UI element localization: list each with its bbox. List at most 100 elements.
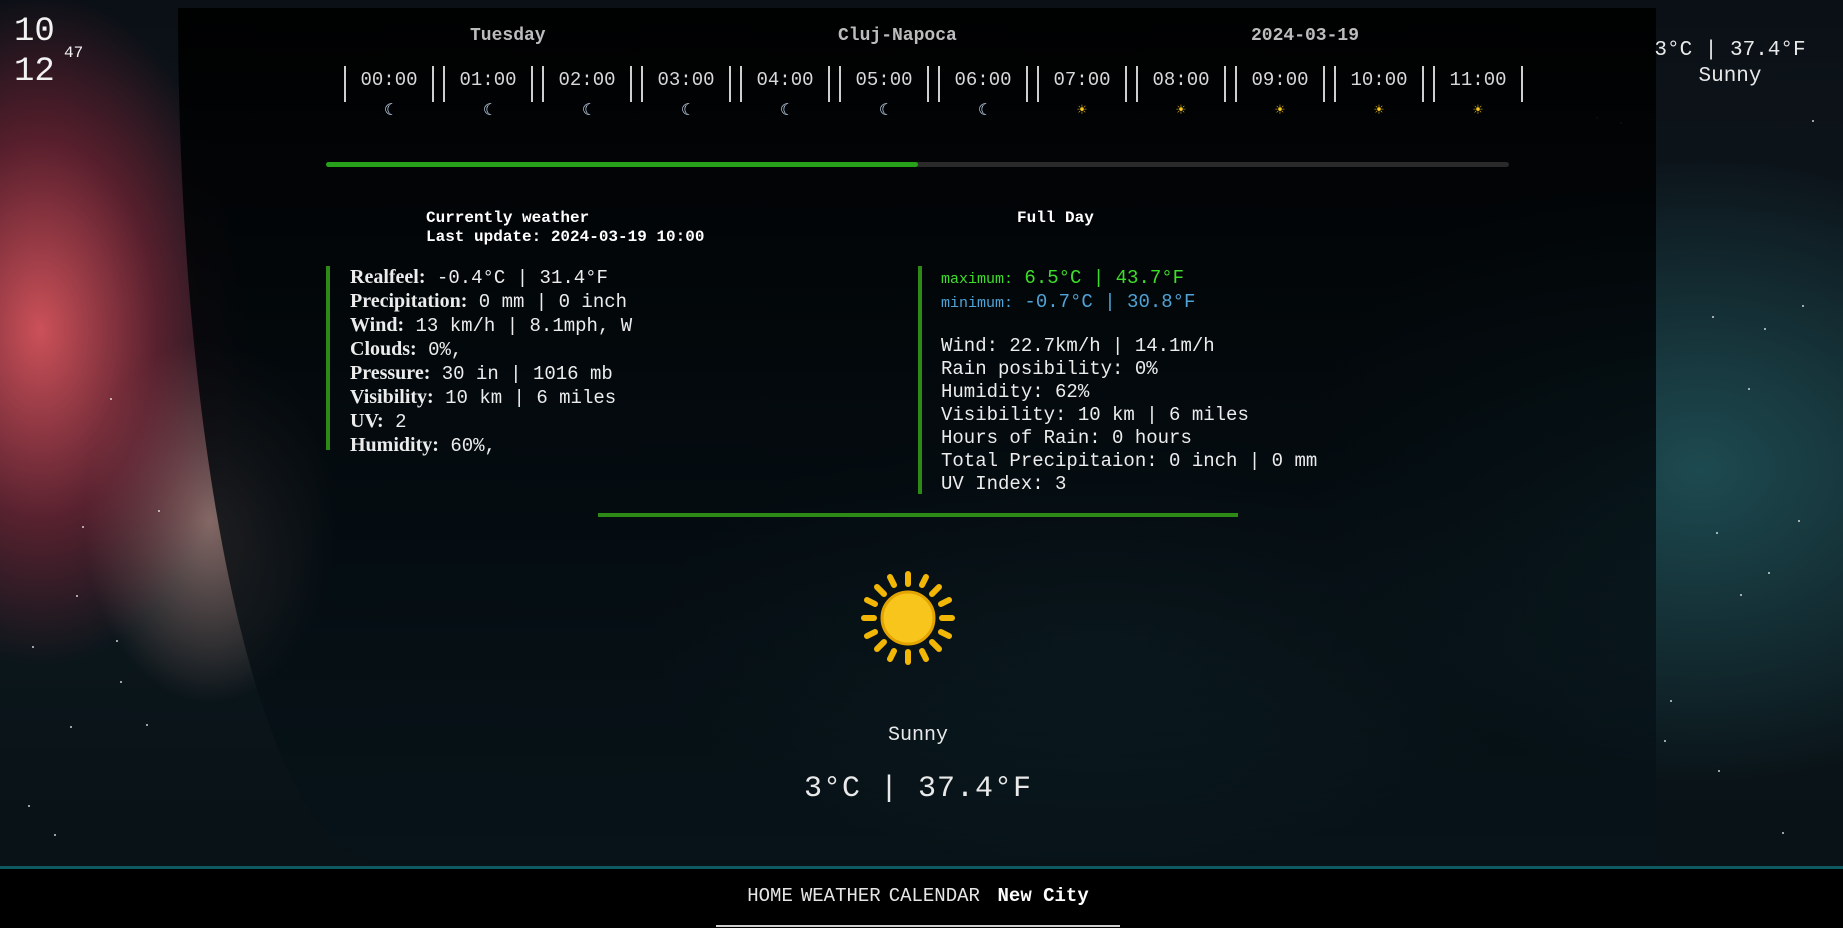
hour-time: 09:00 xyxy=(1251,69,1309,91)
moon-icon: ☾ xyxy=(879,102,889,120)
day-progress-fill xyxy=(326,162,918,167)
hour-time: 07:00 xyxy=(1053,69,1111,91)
humidity-value: 60%, xyxy=(450,435,496,457)
hour-time: 06:00 xyxy=(954,69,1012,91)
hour-time: 02:00 xyxy=(558,69,616,91)
moon-icon: ☾ xyxy=(978,102,988,120)
precip-label: Precipitation: xyxy=(350,290,468,312)
hour-slot: 03:00 ☾ xyxy=(641,66,731,120)
hour-slot: 11:00 ☀ xyxy=(1433,66,1523,120)
main-temperature: 3°C | 37.4°F xyxy=(803,772,1033,806)
star xyxy=(54,834,56,836)
visibility-row: Visibility: 10 km | 6 miles xyxy=(350,386,632,410)
precip-value: 0 mm | 0 inch xyxy=(478,291,628,313)
hour-slot: 09:00 ☀ xyxy=(1235,66,1325,120)
moon-icon: ☾ xyxy=(780,102,790,120)
clock: 10 12 47 xyxy=(14,12,83,92)
precipitation-row: Precipitation: 0 mm | 0 inch xyxy=(350,290,632,314)
star xyxy=(1712,316,1714,318)
hour-time: 05:00 xyxy=(855,69,913,91)
hour-time: 08:00 xyxy=(1152,69,1210,91)
nav-links: HOME WEATHER CALENDAR New City xyxy=(716,885,1120,927)
day-progress-bar xyxy=(326,162,1509,167)
hour-slot: 01:00 ☾ xyxy=(443,66,533,120)
full-day-stats: maximum: 6.5°C | 43.7°F minimum: -0.7°C … xyxy=(941,267,1317,496)
hour-time: 01:00 xyxy=(459,69,517,91)
pressure-value: 30 in | 1016 mb xyxy=(441,363,613,385)
star xyxy=(1740,594,1742,596)
star xyxy=(1748,388,1750,390)
sun-icon: ☀ xyxy=(1374,102,1384,120)
current-divider xyxy=(326,266,330,450)
hour-time: 00:00 xyxy=(360,69,418,91)
nav-home[interactable]: HOME xyxy=(747,885,793,907)
nav-calendar[interactable]: CALENDAR xyxy=(889,885,980,907)
maximum-value: 6.5°C | 43.7°F xyxy=(1024,267,1185,289)
hour-slot: 08:00 ☀ xyxy=(1136,66,1226,120)
sun-icon xyxy=(861,571,955,665)
realfeel-row: Realfeel: -0.4°C | 31.4°F xyxy=(350,266,632,290)
realfeel-value: -0.4°C | 31.4°F xyxy=(436,267,608,289)
day-label: Tuesday xyxy=(470,26,546,46)
star xyxy=(158,510,160,512)
star xyxy=(1802,305,1804,307)
hour-time: 10:00 xyxy=(1350,69,1408,91)
star xyxy=(1798,520,1800,522)
star xyxy=(1718,770,1720,772)
humidity-label: Humidity: xyxy=(350,434,439,456)
hour-slot: 06:00 ☾ xyxy=(938,66,1028,120)
moon-icon: ☾ xyxy=(384,102,394,120)
star xyxy=(1670,700,1672,702)
full-day-rain: Rain posibility: 0% xyxy=(941,358,1158,380)
maximum-row: maximum: 6.5°C | 43.7°F xyxy=(941,267,1317,291)
pressure-label: Pressure: xyxy=(350,362,431,384)
full-day-visibility: Visibility: 10 km | 6 miles xyxy=(941,404,1249,426)
nav-new-city[interactable]: New City xyxy=(998,885,1089,907)
full-day-hours-rain: Hours of Rain: 0 hours xyxy=(941,427,1192,449)
summary-condition: Sunny xyxy=(1698,65,1762,88)
minimum-label: minimum: xyxy=(941,295,1014,312)
star xyxy=(1664,740,1666,742)
humidity-row: Humidity: 60%, xyxy=(350,434,632,458)
moon-icon: ☾ xyxy=(483,102,493,120)
star xyxy=(1782,832,1784,834)
clock-minutes: 12 xyxy=(14,53,55,91)
sun-icon: ☀ xyxy=(1473,102,1483,120)
wind-value: 13 km/h | 8.1mph, W xyxy=(415,315,633,337)
star xyxy=(116,640,118,642)
full-day-title: Full Day xyxy=(1017,209,1094,227)
minimum-row: minimum: -0.7°C | 30.8°F xyxy=(941,291,1317,315)
hour-slot: 00:00 ☾ xyxy=(344,66,434,120)
star xyxy=(76,595,78,597)
hour-time: 03:00 xyxy=(657,69,715,91)
star xyxy=(1768,572,1770,574)
current-stats: Realfeel: -0.4°C | 31.4°F Precipitation:… xyxy=(350,266,632,458)
uv-row: UV: 2 xyxy=(350,410,632,434)
star xyxy=(146,724,148,726)
visibility-label: Visibility: xyxy=(350,386,434,408)
star xyxy=(1716,532,1718,534)
uv-label: UV: xyxy=(350,410,384,432)
hour-slot: 04:00 ☾ xyxy=(740,66,830,120)
moon-icon: ☾ xyxy=(582,102,592,120)
clock-hours: 10 xyxy=(14,13,55,51)
star xyxy=(1812,120,1814,122)
current-summary: 3°C | 37.4°F Sunny xyxy=(1620,38,1840,90)
summary-temp: 3°C | 37.4°F xyxy=(1654,39,1806,62)
nav-weather[interactable]: WEATHER xyxy=(801,885,881,907)
main-condition: Sunny xyxy=(887,724,948,747)
hourly-forecast: 00:00 ☾ 01:00 ☾ 02:00 ☾ 03:00 ☾ 04:00 ☾ 05:00 ☾ 06:0… xyxy=(344,66,1523,128)
star xyxy=(70,726,72,728)
full-day-divider xyxy=(918,266,922,494)
star xyxy=(28,805,30,807)
maximum-label: maximum: xyxy=(941,271,1014,288)
full-day-total-precip: Total Precipitaion: 0 inch | 0 mm xyxy=(941,450,1318,472)
hour-time: 04:00 xyxy=(756,69,814,91)
full-day-uv: UV Index: 3 xyxy=(941,473,1067,495)
hour-slot: 02:00 ☾ xyxy=(542,66,632,120)
hour-slot: 07:00 ☀ xyxy=(1037,66,1127,120)
date-label: 2024-03-19 xyxy=(1251,26,1360,46)
section-divider xyxy=(598,513,1238,517)
sun-icon: ☀ xyxy=(1077,102,1087,120)
